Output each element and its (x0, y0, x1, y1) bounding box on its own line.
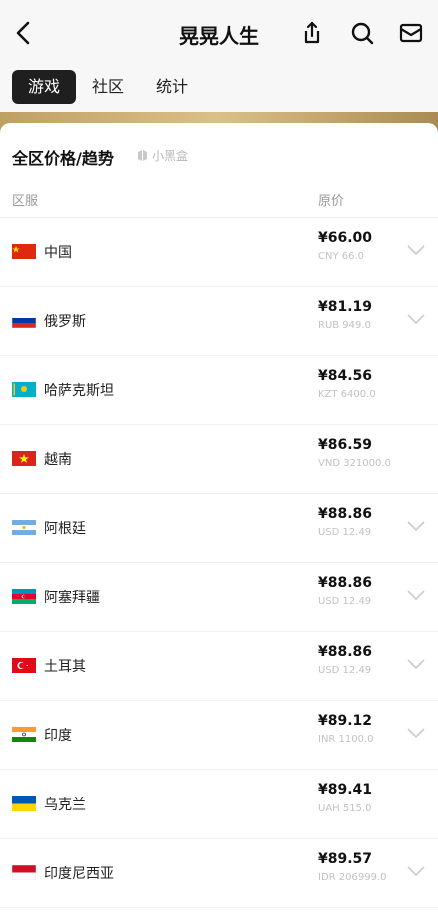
price-row[interactable]: 土耳其 ¥88.86 USD 12.49 (0, 632, 438, 701)
chevron-down-icon[interactable] (406, 243, 426, 257)
chevron-down-icon[interactable] (406, 864, 426, 878)
china-flag-icon (12, 244, 36, 259)
converted-price: ¥84.56 (318, 368, 373, 384)
chevron-down-icon[interactable] (406, 726, 426, 740)
india-flag-icon (12, 727, 36, 742)
top-bar: 晃晃人生 (0, 0, 438, 66)
converted-price: ¥89.41 (318, 782, 373, 798)
original-price: USD 12.49 (318, 527, 372, 538)
price-row[interactable]: 越南 ¥86.59 VND 321000.0 (0, 425, 438, 494)
price-row[interactable]: 印度 ¥89.12 INR 1100.0 (0, 701, 438, 770)
region-name: 中国 (44, 245, 72, 261)
column-header-price: 原价 (318, 194, 345, 209)
indonesia-flag-icon (12, 865, 36, 880)
tab-community[interactable]: 社区 (88, 70, 128, 104)
price-row[interactable]: 俄罗斯 ¥81.19 RUB 949.0 (0, 287, 438, 356)
region-name: 阿塞拜疆 (44, 590, 100, 606)
converted-price: ¥88.86 (318, 506, 373, 522)
converted-price: ¥89.57 (318, 851, 373, 867)
original-price: UAH 515.0 (318, 803, 372, 814)
original-price: USD 12.49 (318, 665, 372, 676)
original-price: CNY 66.0 (318, 251, 365, 262)
price-row[interactable]: 阿根廷 ¥88.86 USD 12.49 (0, 494, 438, 563)
region-name: 印度尼西亚 (44, 866, 114, 882)
sheet-title: 全区价格/趋势 (12, 149, 114, 168)
tab-bar: 游戏 社区 统计 (0, 66, 438, 112)
converted-price: ¥86.59 (318, 437, 373, 453)
turkey-flag-icon (12, 658, 36, 673)
price-row[interactable]: 哈萨克斯坦 ¥84.56 KZT 6400.0 (0, 356, 438, 425)
chevron-down-icon[interactable] (406, 588, 426, 602)
converted-price: ¥66.00 (318, 230, 373, 246)
tab-stats[interactable]: 统计 (152, 70, 192, 104)
price-row[interactable]: 中国 ¥66.00 CNY 66.0 (0, 218, 438, 287)
original-price: USD 12.49 (318, 596, 372, 607)
converted-price: ¥89.12 (318, 713, 373, 729)
tab-game[interactable]: 游戏 (12, 70, 76, 104)
brand-watermark: 小黑盒 (136, 147, 188, 164)
russia-flag-icon (12, 313, 36, 328)
original-price: INR 1100.0 (318, 734, 374, 745)
region-name: 阿根廷 (44, 521, 86, 537)
region-name: 土耳其 (44, 659, 86, 675)
brand-logo-icon (138, 150, 147, 161)
chevron-down-icon[interactable] (406, 519, 426, 533)
converted-price: ¥88.86 (318, 575, 373, 591)
region-name: 印度 (44, 728, 72, 744)
price-row[interactable]: 阿塞拜疆 ¥88.86 USD 12.49 (0, 563, 438, 632)
original-price: KZT 6400.0 (318, 389, 376, 400)
converted-price: ¥81.19 (318, 299, 373, 315)
converted-price: ¥88.86 (318, 644, 373, 660)
original-price: RUB 949.0 (318, 320, 371, 331)
original-price: VND 321000.0 (318, 458, 391, 469)
vietnam-flag-icon (12, 451, 36, 466)
price-row[interactable]: 乌克兰 ¥89.41 UAH 515.0 (0, 770, 438, 839)
column-header-region: 区服 (12, 194, 39, 209)
mail-icon[interactable] (398, 20, 424, 46)
brand-name: 小黑盒 (152, 149, 189, 163)
region-name: 哈萨克斯坦 (44, 383, 114, 399)
search-icon[interactable] (349, 20, 375, 46)
region-name: 俄罗斯 (44, 314, 86, 330)
price-sheet: 全区价格/趋势 小黑盒 区服 原价 中国 ¥66.00 CNY 66.0 俄罗斯… (0, 123, 438, 915)
kazakhstan-flag-icon (12, 382, 36, 397)
chevron-down-icon[interactable] (406, 657, 426, 671)
price-row[interactable]: 印度尼西亚 ¥89.57 IDR 206999.0 (0, 839, 438, 908)
region-name: 乌克兰 (44, 797, 86, 813)
ukraine-flag-icon (12, 796, 36, 811)
share-icon[interactable] (299, 20, 325, 46)
chevron-down-icon[interactable] (406, 312, 426, 326)
argentina-flag-icon (12, 520, 36, 535)
original-price: IDR 206999.0 (318, 872, 387, 883)
azerbaijan-flag-icon (12, 589, 36, 604)
region-name: 越南 (44, 452, 72, 468)
